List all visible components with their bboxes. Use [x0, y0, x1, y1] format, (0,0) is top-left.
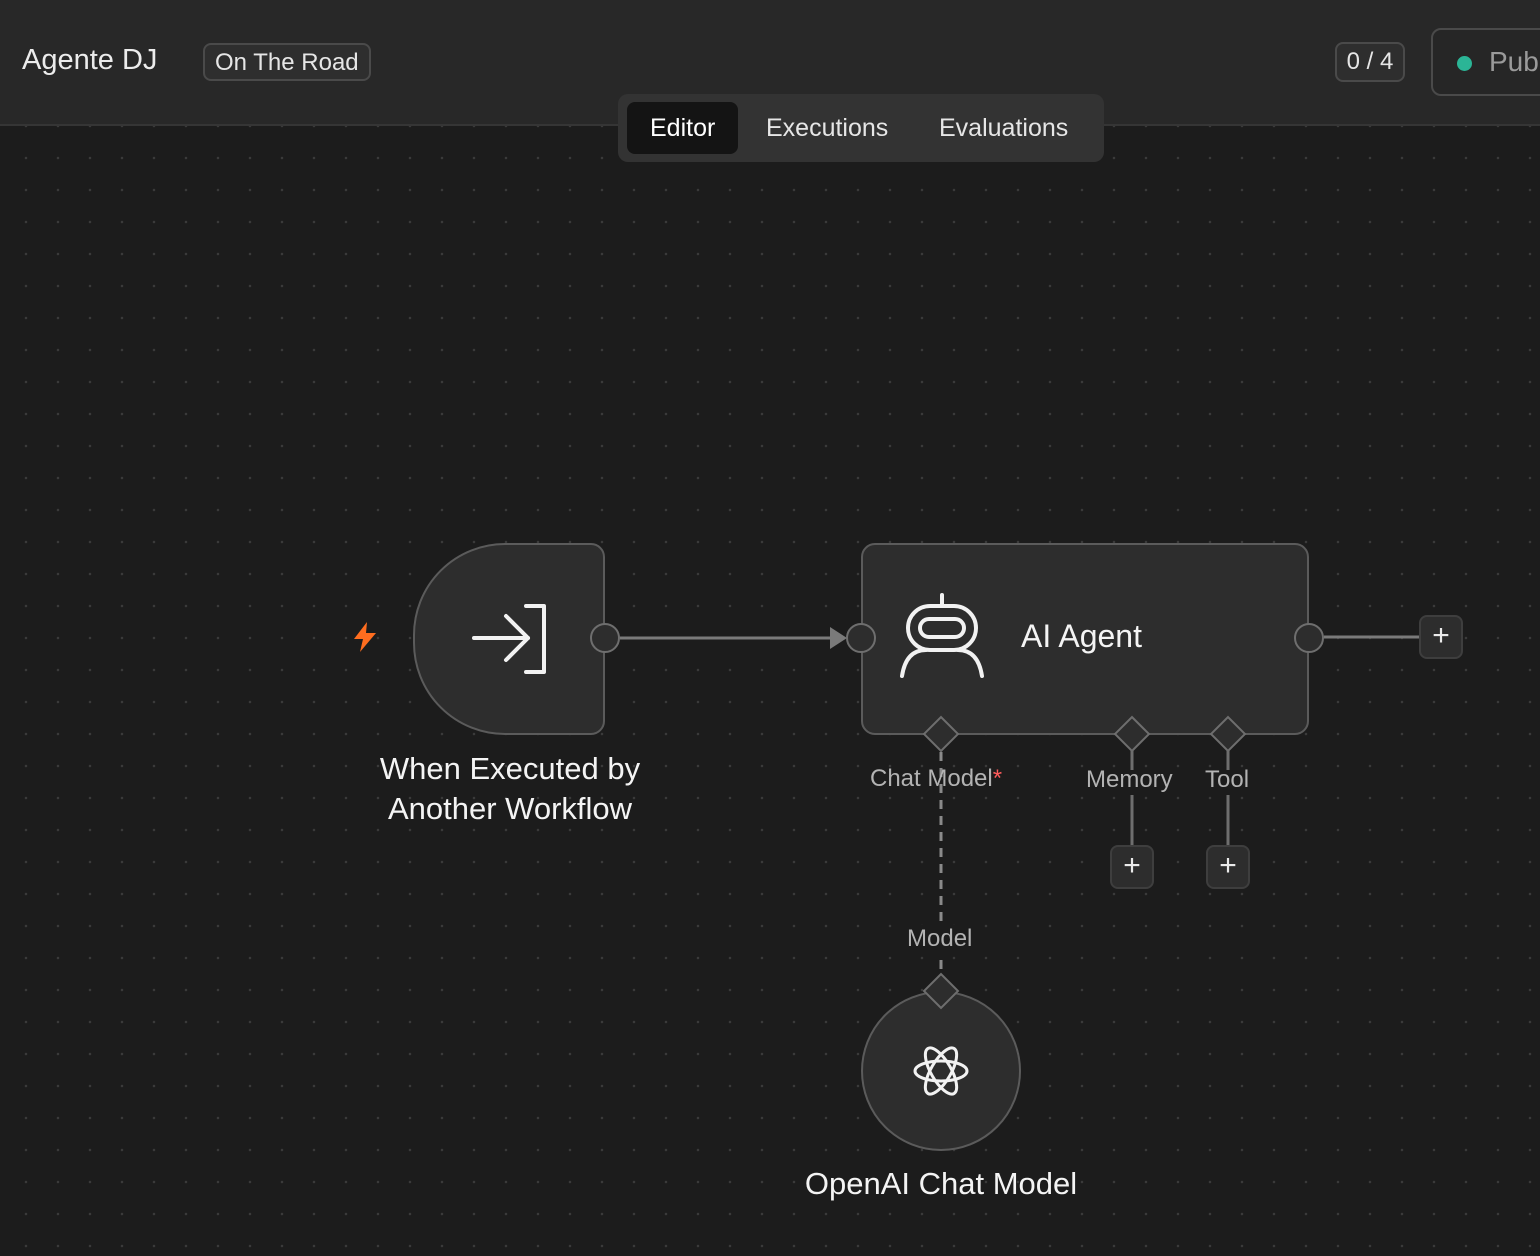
lightning-bolt-icon: [354, 622, 376, 652]
add-tool-button[interactable]: +: [1206, 845, 1250, 889]
chat-model-port-label: Chat Model*: [870, 765, 1003, 792]
model-port-label: Model: [905, 925, 975, 953]
add-node-button[interactable]: +: [1419, 615, 1463, 659]
connection-arrow-icon: [830, 627, 847, 649]
trigger-node-label: When Executed by Another Workflow: [379, 751, 641, 826]
ai-agent-title: AI Agent: [1021, 618, 1142, 654]
openai-chat-model-label: OpenAI Chat Model: [804, 1166, 1078, 1201]
add-memory-button[interactable]: +: [1110, 845, 1154, 889]
robot-icon: [900, 593, 984, 678]
openai-logo-icon: [913, 1046, 969, 1096]
connections-layer: [620, 627, 1420, 985]
memory-port-label: Memory: [1086, 766, 1173, 793]
sign-in-arrow-icon: [472, 604, 546, 674]
tool-port-label: Tool: [1205, 766, 1250, 793]
